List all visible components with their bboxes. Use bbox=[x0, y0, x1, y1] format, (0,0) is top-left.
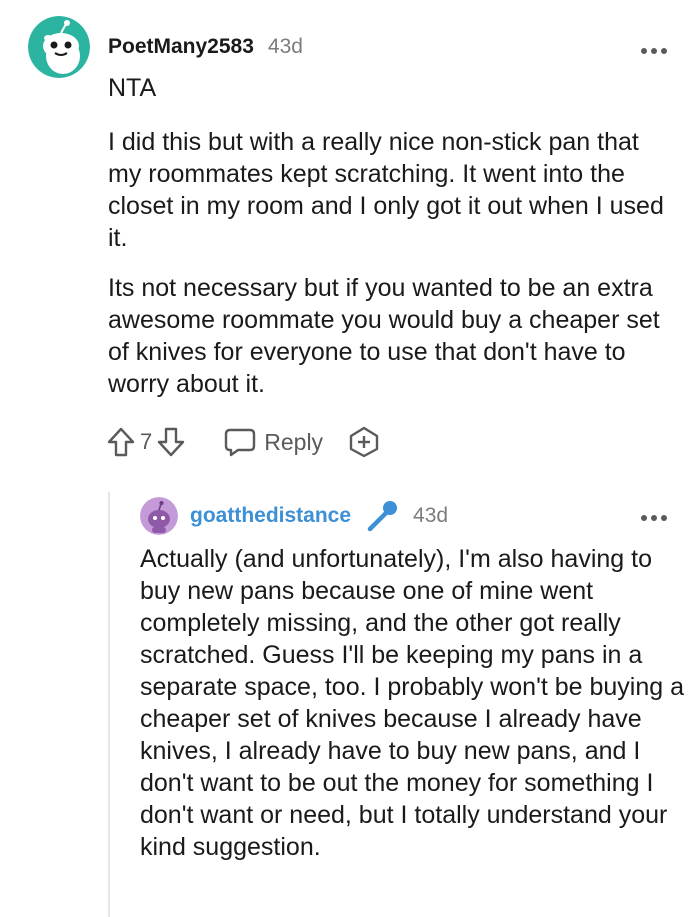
upvote-arrow-icon bbox=[107, 427, 135, 457]
comment-actions: 7 Reply bbox=[106, 424, 381, 460]
microphone-icon bbox=[365, 500, 399, 532]
upvote-button[interactable] bbox=[106, 426, 136, 458]
more-options-icon[interactable] bbox=[640, 510, 668, 521]
reply-body: Actually (and unfortunately), I'm also h… bbox=[140, 545, 685, 861]
comment-username[interactable]: PoetMany2583 bbox=[108, 35, 254, 59]
downvote-arrow-icon bbox=[158, 427, 185, 457]
snoo-avatar-icon bbox=[140, 497, 178, 535]
reply-age: 43d bbox=[413, 504, 449, 527]
comment-thread: PoetMany2583 43d NTA I did this but with… bbox=[0, 0, 700, 917]
reply-avatar[interactable] bbox=[140, 497, 178, 535]
award-button[interactable] bbox=[347, 425, 381, 459]
reply-label: Reply bbox=[264, 428, 324, 455]
comment-paragraph: I did this but with a really nice non-st… bbox=[108, 128, 664, 252]
thread-line[interactable] bbox=[108, 492, 110, 917]
reply-button[interactable]: Reply bbox=[224, 427, 323, 457]
comment-meta: PoetMany2583 43d bbox=[108, 33, 303, 61]
vote-count: 7 bbox=[140, 429, 153, 454]
downvote-button[interactable] bbox=[156, 426, 186, 458]
comment-verdict: NTA bbox=[108, 74, 157, 102]
snoo-avatar-icon bbox=[28, 16, 90, 78]
more-options-icon[interactable] bbox=[640, 43, 668, 54]
reply-username[interactable]: goatthedistance bbox=[190, 504, 351, 528]
user-avatar[interactable] bbox=[28, 16, 90, 78]
award-plus-icon bbox=[349, 426, 379, 458]
chat-bubble-icon bbox=[225, 428, 256, 457]
reply-meta: goatthedistance 43d bbox=[190, 500, 449, 532]
comment-paragraph: Its not necessary but if you wanted to b… bbox=[108, 274, 660, 398]
comment-age: 43d bbox=[267, 35, 303, 58]
